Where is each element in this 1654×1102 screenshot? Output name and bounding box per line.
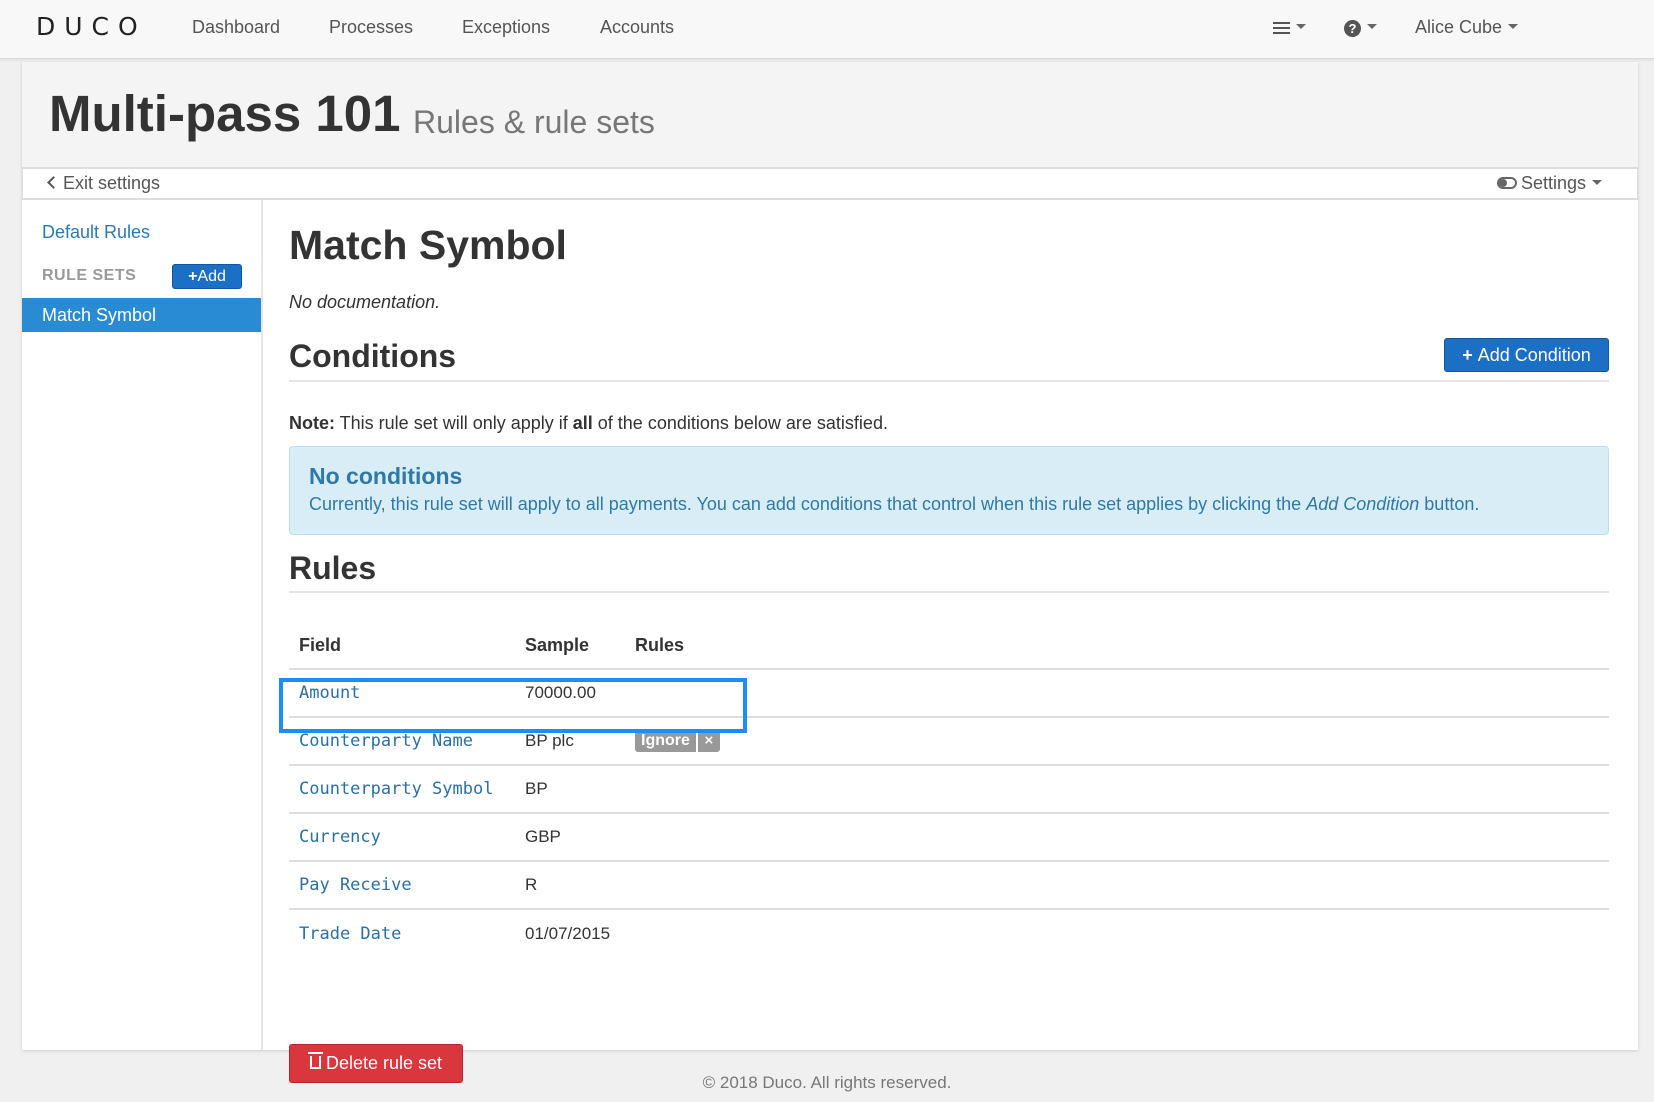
exit-settings-label: Exit settings bbox=[63, 173, 161, 193]
add-condition-label: Add Condition bbox=[1477, 345, 1591, 365]
table-row: Currency GBP bbox=[289, 813, 1609, 862]
divider bbox=[289, 591, 1609, 593]
nav-dashboard[interactable]: Dashboard bbox=[192, 17, 280, 38]
rules-cell bbox=[625, 765, 1609, 814]
alert-title: No conditions bbox=[309, 463, 463, 489]
field-link-counterparty-name[interactable]: Counterparty Name bbox=[299, 731, 473, 751]
field-link-amount[interactable]: Amount bbox=[299, 683, 360, 703]
column-header-field: Field bbox=[289, 622, 515, 670]
field-link-trade-date[interactable]: Trade Date bbox=[299, 924, 401, 944]
alert-text-pre: Currently, this rule set will apply to a… bbox=[309, 494, 1307, 514]
divider bbox=[289, 380, 1609, 382]
field-link-currency[interactable]: Currency bbox=[299, 827, 381, 847]
rules-cell bbox=[625, 669, 1609, 718]
column-header-rules: Rules bbox=[625, 622, 1609, 670]
table-row: Counterparty Symbol BP bbox=[289, 765, 1609, 814]
plus-icon: + bbox=[1462, 345, 1473, 365]
exit-settings-link[interactable]: Exit settings bbox=[47, 173, 161, 194]
settings-bar: Exit settings Settings bbox=[22, 167, 1638, 200]
sidebar: Default Rules RULE SETS +Add Match Symbo… bbox=[22, 200, 263, 1050]
remove-rule-icon[interactable]: × bbox=[695, 730, 720, 752]
alert-text-post: button. bbox=[1419, 494, 1480, 514]
alert-body: Currently, this rule set will apply to a… bbox=[309, 494, 1589, 515]
top-navbar: DUCO Dashboard Processes Exceptions Acco… bbox=[0, 0, 1654, 59]
sidebar-section-rule-sets: RULE SETS bbox=[42, 267, 137, 284]
duco-logo[interactable]: DUCO bbox=[36, 12, 147, 41]
hamburger-icon bbox=[1273, 19, 1290, 37]
rules-cell: Ignore × bbox=[625, 717, 1609, 766]
caret-down-icon bbox=[1296, 24, 1306, 30]
documentation-text: No documentation. bbox=[289, 292, 441, 312]
toggle-icon bbox=[1496, 177, 1517, 190]
sample-cell: R bbox=[515, 861, 625, 910]
add-condition-button[interactable]: + Add Condition bbox=[1444, 338, 1609, 372]
chevron-left-icon bbox=[47, 176, 60, 190]
question-circle-icon: ? bbox=[1344, 19, 1361, 37]
sample-cell: BP plc bbox=[515, 717, 625, 766]
note-text-bold: all bbox=[572, 413, 593, 433]
add-rule-set-label: Add bbox=[197, 267, 226, 285]
field-link-pay-receive[interactable]: Pay Receive bbox=[299, 875, 412, 895]
add-rule-set-button[interactable]: +Add bbox=[172, 264, 242, 289]
note-text-post: of the conditions below are satisfied. bbox=[592, 413, 888, 433]
sample-cell: 01/07/2015 bbox=[525, 923, 611, 943]
rules-cell bbox=[625, 861, 1609, 910]
settings-label: Settings bbox=[1520, 173, 1586, 193]
field-link-counterparty-symbol[interactable]: Counterparty Symbol bbox=[299, 779, 493, 799]
rule-tag-ignore: Ignore × bbox=[635, 730, 720, 752]
table-row: Trade Date 01/07/2015 bbox=[289, 909, 1609, 957]
nav-accounts[interactable]: Accounts bbox=[600, 17, 674, 38]
sample-cell: 70000.00 bbox=[515, 669, 625, 718]
caret-down-icon bbox=[1367, 24, 1377, 30]
rules-table: Field Sample Rules Amount 70000.00 Count… bbox=[289, 622, 1609, 957]
no-conditions-alert: No conditions Currently, this rule set w… bbox=[289, 446, 1609, 535]
menu-dropdown[interactable] bbox=[1273, 17, 1306, 38]
rule-set-title: Match Symbol bbox=[289, 222, 567, 268]
caret-down-icon bbox=[1508, 24, 1519, 30]
table-header-row: Field Sample Rules bbox=[289, 622, 1609, 670]
sidebar-item-match-symbol[interactable]: Match Symbol bbox=[22, 298, 261, 332]
footer-copyright: © 2018 Duco. All rights reserved. bbox=[702, 1073, 952, 1092]
rule-tag-label: Ignore bbox=[641, 732, 690, 749]
table-row: Amount 70000.00 bbox=[289, 669, 1609, 718]
caret-down-icon bbox=[1592, 180, 1602, 186]
rules-cell bbox=[625, 909, 1609, 957]
user-menu[interactable]: Alice Cube bbox=[1415, 17, 1519, 38]
conditions-heading: Conditions bbox=[289, 338, 457, 374]
page-title: Multi-pass 101 bbox=[49, 85, 401, 142]
sidebar-item-default-rules[interactable]: Default Rules bbox=[42, 222, 150, 243]
sample-cell: GBP bbox=[515, 813, 625, 862]
rules-cell bbox=[625, 813, 1609, 862]
page-header: Multi-pass 101 Rules & rule sets bbox=[22, 62, 1638, 167]
rules-heading: Rules bbox=[289, 550, 377, 586]
note-label: Note: bbox=[289, 413, 335, 433]
nav-exceptions[interactable]: Exceptions bbox=[462, 17, 550, 38]
trash-icon bbox=[307, 1052, 323, 1070]
user-name: Alice Cube bbox=[1415, 17, 1503, 37]
page-subtitle: Rules & rule sets bbox=[413, 104, 655, 140]
table-row: Pay Receive R bbox=[289, 861, 1609, 910]
delete-rule-set-label: Delete rule set bbox=[325, 1053, 443, 1073]
alert-text-em: Add Condition bbox=[1306, 494, 1420, 514]
page-card: Multi-pass 101 Rules & rule sets Exit se… bbox=[22, 62, 1638, 1083]
settings-dropdown[interactable]: Settings bbox=[1496, 173, 1602, 194]
column-header-sample: Sample bbox=[515, 622, 625, 670]
nav-processes[interactable]: Processes bbox=[329, 17, 413, 38]
help-dropdown[interactable]: ? bbox=[1344, 17, 1377, 38]
conditions-note: Note: This rule set will only apply if a… bbox=[289, 413, 888, 434]
note-text-pre: This rule set will only apply if bbox=[335, 413, 573, 433]
sample-cell: BP bbox=[515, 765, 625, 814]
table-row: Counterparty Name BP plc Ignore × bbox=[289, 717, 1609, 766]
